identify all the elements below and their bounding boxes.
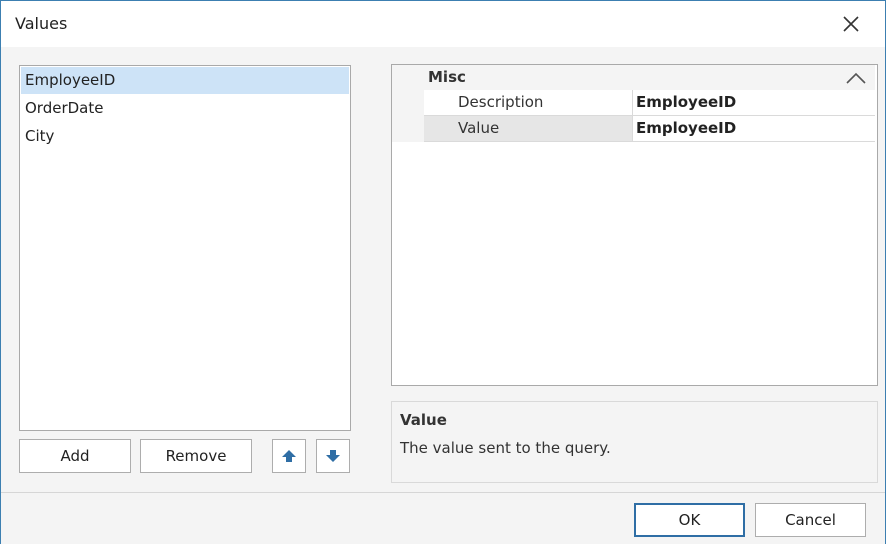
category-label: Misc [428,68,466,86]
property-name: Description [424,90,633,115]
values-list[interactable]: EmployeeID OrderDate City [19,65,351,431]
move-up-button[interactable] [272,439,306,473]
remove-button[interactable]: Remove [140,439,252,473]
property-name: Value [424,116,633,141]
list-item[interactable]: City [21,123,349,150]
property-grid: Misc Description EmployeeID Value Employ… [391,64,878,386]
cancel-button[interactable]: Cancel [755,503,866,537]
arrow-up-icon [282,450,296,462]
property-category: Misc [392,65,875,90]
description-title: Value [400,411,447,429]
close-icon [843,16,859,32]
property-value[interactable]: EmployeeID [636,90,736,115]
property-row-value[interactable]: Value EmployeeID [424,116,875,142]
close-button[interactable] [831,7,871,41]
dialog-body: EmployeeID OrderDate City Add Remove Mis… [1,47,885,492]
chevron-up-icon [846,72,866,84]
list-item[interactable]: OrderDate [21,95,349,122]
dialog-title: Values [15,14,68,33]
ok-button[interactable]: OK [634,503,745,537]
add-button[interactable]: Add [19,439,131,473]
list-item[interactable]: EmployeeID [21,67,349,94]
property-row-description[interactable]: Description EmployeeID [424,90,875,116]
dialog-footer: OK Cancel [1,492,885,544]
description-panel: Value The value sent to the query. [391,401,878,483]
move-down-button[interactable] [316,439,350,473]
property-value[interactable]: EmployeeID [636,116,736,141]
description-text: The value sent to the query. [400,439,611,457]
collapse-category-button[interactable] [844,69,868,87]
title-bar: Values [1,1,885,47]
values-dialog: Values EmployeeID OrderDate City Add Rem… [0,0,886,544]
arrow-down-icon [326,450,340,462]
grid-gutter [392,90,424,142]
